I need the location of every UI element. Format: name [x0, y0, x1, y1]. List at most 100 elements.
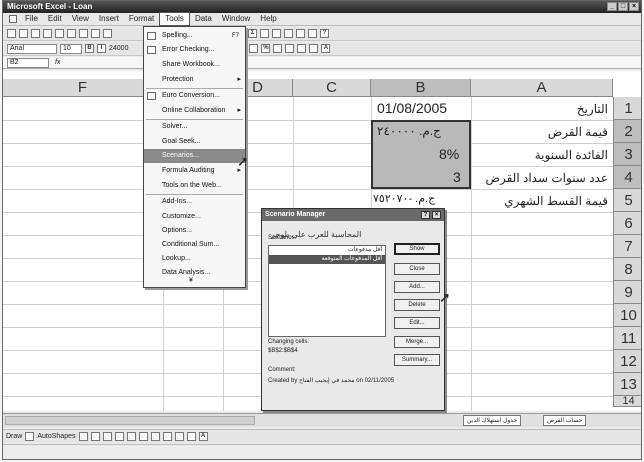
cell-b3[interactable]: 8%	[439, 146, 459, 162]
sheet-tab-amortization[interactable]: جدول استهلاك الدين	[463, 415, 522, 426]
picture-icon[interactable]	[162, 432, 172, 441]
comma-icon[interactable]	[273, 44, 283, 53]
cell-b2[interactable]: ج.م. ٢٤٠٠٠٠	[377, 124, 441, 138]
line-color-icon[interactable]	[186, 432, 196, 441]
menu-online-collaboration[interactable]: Online Collaboration ▸	[144, 104, 245, 118]
row-header-4[interactable]: 4	[613, 166, 641, 189]
cell-b5[interactable]: ج.م. -٧٥٢٠٧٠	[373, 192, 435, 205]
select-arrow-icon[interactable]	[25, 432, 35, 441]
open-icon[interactable]	[19, 29, 28, 38]
autoshapes-menu[interactable]: AutoShapes	[37, 433, 75, 440]
font-color-draw-icon[interactable]: A	[198, 432, 208, 441]
fill-icon[interactable]	[174, 432, 184, 441]
cell-b1[interactable]: 01/08/2005	[377, 100, 447, 116]
print-icon[interactable]	[43, 29, 52, 38]
drawing-icon[interactable]	[296, 29, 305, 38]
row-header-1[interactable]: 1	[613, 97, 641, 120]
row-header-14[interactable]: 14	[613, 396, 641, 407]
draw-menu[interactable]: Draw	[6, 433, 22, 440]
bold-icon[interactable]: B	[85, 44, 94, 53]
column-header-f[interactable]: F	[3, 79, 163, 97]
menu-error-checking[interactable]: Error Checking...	[144, 43, 245, 57]
indent-icon[interactable]	[285, 44, 295, 53]
menu-add-ins[interactable]: Add-Ins...	[144, 195, 245, 209]
line-icon[interactable]	[78, 432, 88, 441]
menu-scenarios[interactable]: Scenarios...	[144, 149, 245, 163]
horizontal-scrollbar[interactable]	[5, 416, 255, 425]
percent-icon[interactable]: %	[261, 44, 271, 53]
menu-customize[interactable]: Customize...	[144, 210, 245, 224]
delete-button[interactable]: Delete	[394, 299, 440, 311]
cell-a5[interactable]: قيمة القسط الشهري	[504, 194, 608, 208]
menu-view[interactable]: View	[67, 13, 94, 25]
new-icon[interactable]	[7, 29, 16, 38]
wordart-icon[interactable]	[138, 432, 148, 441]
menu-protection[interactable]: Protection ▸	[144, 73, 245, 87]
edit-button[interactable]: Edit...	[394, 317, 440, 329]
font-size-box[interactable]: 10	[60, 43, 82, 54]
list-item[interactable]: أقل المدفوعات المتوقعة	[269, 255, 385, 264]
menu-edit[interactable]: Edit	[43, 13, 67, 25]
column-header-c[interactable]: C	[293, 79, 371, 97]
row-header-13[interactable]: 13	[613, 373, 641, 396]
spelling-icon[interactable]	[67, 29, 76, 38]
menu-options[interactable]: Options...	[144, 224, 245, 238]
cut-icon[interactable]	[79, 29, 88, 38]
close-button[interactable]: ×	[629, 2, 639, 11]
row-header-9[interactable]: 9	[613, 281, 641, 304]
help-icon[interactable]: ?	[320, 29, 329, 38]
row-header-8[interactable]: 8	[613, 258, 641, 281]
column-header-a[interactable]: A	[471, 79, 613, 97]
column-header-b[interactable]: B	[371, 79, 471, 97]
cell-a2[interactable]: قيمة القرض	[548, 125, 608, 139]
paste-icon[interactable]	[103, 29, 112, 38]
maximize-button[interactable]: □	[618, 2, 628, 11]
menu-data[interactable]: Data	[190, 13, 217, 25]
menu-tools-on-web[interactable]: Tools on the Web...	[144, 179, 245, 193]
cell-b4[interactable]: 3	[453, 169, 461, 185]
menu-window[interactable]: Window	[217, 13, 255, 25]
font-color-icon[interactable]: A	[321, 44, 331, 53]
menu-conditional-sum[interactable]: Conditional Sum...	[144, 238, 245, 252]
cell-a3[interactable]: الفائدة السنوية	[535, 148, 608, 162]
copy-icon[interactable]	[91, 29, 100, 38]
sheet-tab-loan[interactable]: حساب القرض	[543, 415, 587, 426]
currency-icon[interactable]	[249, 44, 259, 53]
menu-formula-auditing[interactable]: Formula Auditing ▸	[144, 164, 245, 178]
clipart-icon[interactable]	[150, 432, 160, 441]
row-header-7[interactable]: 7	[613, 235, 641, 258]
sort-asc-icon[interactable]	[260, 29, 269, 38]
minimize-button[interactable]: _	[607, 2, 617, 11]
arrow-icon[interactable]	[90, 432, 100, 441]
italic-icon[interactable]: I	[97, 44, 106, 53]
menu-lookup[interactable]: Lookup...	[144, 252, 245, 266]
cell-a1[interactable]: التاريخ	[577, 102, 608, 116]
oval-icon[interactable]	[114, 432, 124, 441]
chart-wizard-icon[interactable]	[284, 29, 293, 38]
row-header-12[interactable]: 12	[613, 350, 641, 373]
show-button[interactable]: Show	[394, 243, 440, 255]
row-header-11[interactable]: 11	[613, 327, 641, 350]
cell-a4[interactable]: عدد سنوات سداد القرض	[485, 171, 608, 185]
close-dialog-button[interactable]: Close	[394, 263, 440, 275]
row-header-6[interactable]: 6	[613, 212, 641, 235]
dialog-help-button[interactable]: ?	[421, 211, 430, 219]
fill-color-icon[interactable]	[309, 44, 319, 53]
menu-format[interactable]: Format	[124, 13, 159, 25]
zoom-icon[interactable]	[308, 29, 317, 38]
menu-tools[interactable]: Tools	[159, 12, 190, 26]
menu-solver[interactable]: Solver...	[144, 120, 245, 134]
preview-icon[interactable]	[55, 29, 64, 38]
menu-share-workbook[interactable]: Share Workbook...	[144, 58, 245, 72]
menu-spelling[interactable]: Spelling... F7	[144, 29, 245, 43]
font-name-box[interactable]: Arial	[7, 43, 57, 54]
borders-icon[interactable]	[297, 44, 307, 53]
menu-help[interactable]: Help	[255, 13, 281, 25]
name-box[interactable]: B2	[7, 57, 49, 68]
menu-goal-seek[interactable]: Goal Seek...	[144, 135, 245, 149]
row-header-10[interactable]: 10	[613, 304, 641, 327]
add-button[interactable]: Add...	[394, 281, 440, 293]
summary-button[interactable]: Summary...	[394, 354, 440, 366]
save-icon[interactable]	[31, 29, 40, 38]
menu-euro-conversion[interactable]: Euro Conversion...	[144, 89, 245, 103]
